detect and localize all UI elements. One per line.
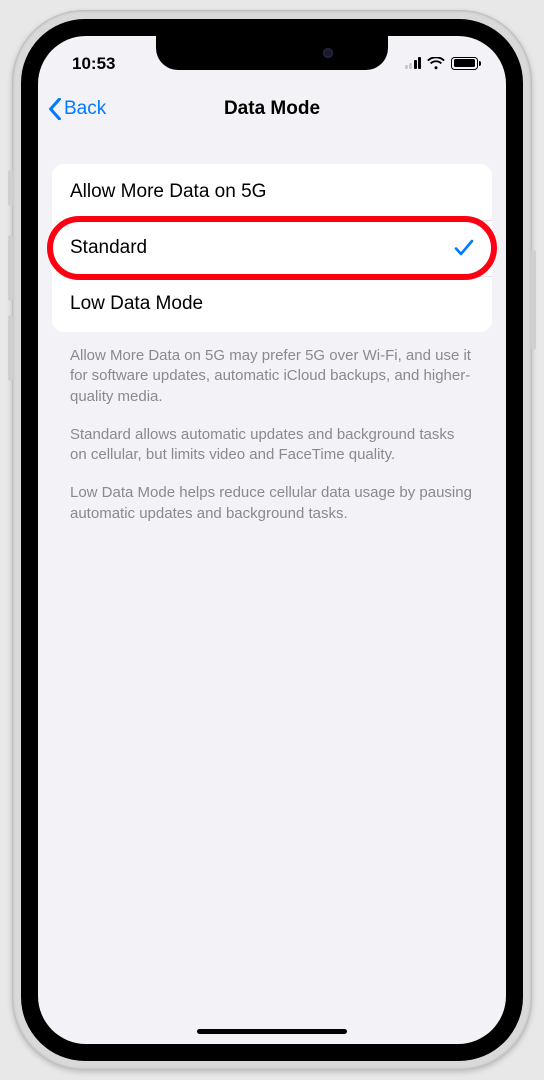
phone-bezel: 10:53 Back Data Mode <box>21 19 523 1061</box>
battery-icon <box>451 57 478 70</box>
status-indicators <box>405 51 479 70</box>
status-time: 10:53 <box>72 46 115 74</box>
data-mode-options-group: Allow More Data on 5G Standard Low Data … <box>52 164 492 332</box>
navigation-bar: Back Data Mode <box>38 84 506 134</box>
wifi-icon <box>427 57 445 70</box>
option-label: Low Data Mode <box>70 293 203 315</box>
option-allow-more-data-5g[interactable]: Allow More Data on 5G <box>52 164 492 220</box>
screen: 10:53 Back Data Mode <box>38 36 506 1044</box>
option-label: Allow More Data on 5G <box>70 181 266 203</box>
option-label: Standard <box>70 237 147 259</box>
back-button[interactable]: Back <box>48 98 106 120</box>
footer-paragraph: Low Data Mode helps reduce cellular data… <box>70 483 474 524</box>
option-low-data-mode[interactable]: Low Data Mode <box>52 276 492 332</box>
volume-down-button <box>8 315 13 381</box>
volume-up-button <box>8 235 13 301</box>
footer-paragraph: Allow More Data on 5G may prefer 5G over… <box>70 346 474 407</box>
footer-description: Allow More Data on 5G may prefer 5G over… <box>52 332 492 524</box>
home-indicator[interactable] <box>197 1029 347 1034</box>
phone-frame: 10:53 Back Data Mode <box>12 10 532 1070</box>
checkmark-icon <box>454 239 474 257</box>
side-button <box>531 250 536 350</box>
notch <box>156 36 388 70</box>
option-standard[interactable]: Standard <box>52 220 492 276</box>
back-label: Back <box>64 98 106 120</box>
cellular-signal-icon <box>405 57 422 69</box>
content: Allow More Data on 5G Standard Low Data … <box>38 134 506 524</box>
page-title: Data Mode <box>38 98 506 120</box>
footer-paragraph: Standard allows automatic updates and ba… <box>70 425 474 466</box>
chevron-left-icon <box>48 98 62 120</box>
silent-switch <box>8 170 13 206</box>
